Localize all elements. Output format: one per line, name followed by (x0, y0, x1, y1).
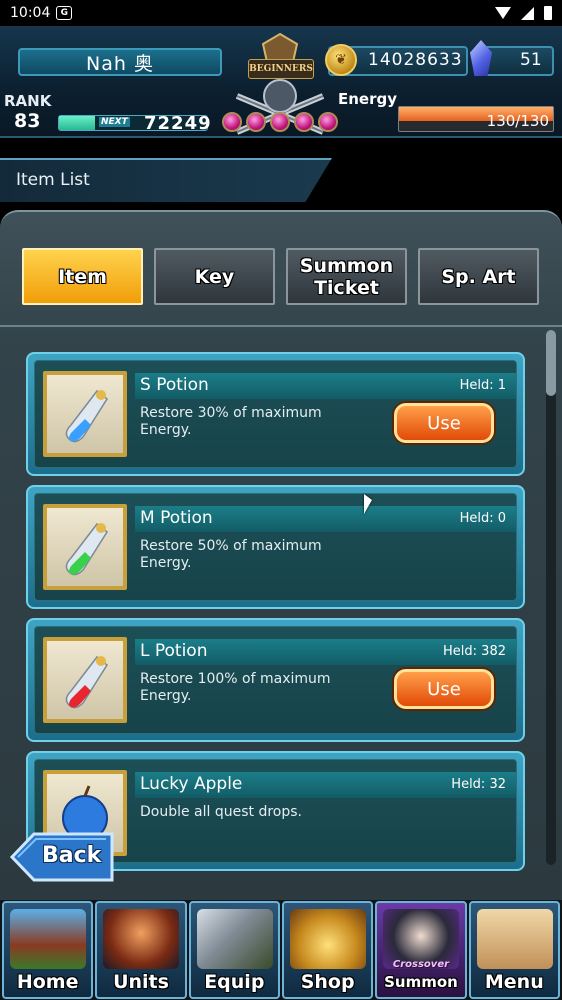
potion-icon (43, 371, 127, 457)
home-icon (10, 909, 86, 969)
orb-icon (246, 112, 266, 132)
nav-units[interactable]: Units (95, 901, 187, 999)
item-description: Double all quest drops. (140, 804, 303, 820)
status-bar: 10:04 G (0, 0, 562, 26)
app-notification-icon: G (56, 6, 73, 20)
nav-summon[interactable]: Crossover Summon (375, 901, 467, 999)
clock: 10:04 (10, 5, 51, 21)
item-name: S Potion (140, 375, 209, 395)
nav-label: Units (113, 971, 169, 993)
mouse-cursor-icon (364, 494, 372, 514)
orb-icon (318, 112, 338, 132)
nav-home[interactable]: Home (2, 901, 94, 999)
rank-label: RANK (4, 92, 52, 110)
list-item: L Potion Held: 382 Restore 100% of maxim… (26, 618, 525, 742)
rank-value: 83 (14, 110, 41, 132)
signal-icon (521, 6, 534, 20)
gem-value: 51 (520, 50, 542, 70)
player-name: Nah 奥 (18, 48, 222, 76)
item-name: Lucky Apple (140, 774, 243, 794)
scroll-thumb[interactable] (546, 330, 556, 396)
nav-label: Equip (204, 971, 265, 993)
list-item: S Potion Held: 1 Restore 30% of maximum … (26, 352, 525, 476)
tab-summon-ticket[interactable]: Summon Ticket (286, 248, 407, 305)
category-tabs: Item Key Summon Ticket Sp. Art (22, 248, 539, 305)
tab-item[interactable]: Item (22, 248, 143, 305)
list-scrollbar[interactable] (546, 330, 556, 865)
item-card: L Potion Held: 382 Restore 100% of maxim… (34, 626, 517, 734)
battery-icon (544, 6, 552, 20)
list-item: M Potion Held: 0 Restore 50% of maximum … (26, 485, 525, 609)
divider (0, 325, 562, 327)
item-name: L Potion (140, 641, 208, 661)
nav-equip[interactable]: Equip (188, 901, 280, 999)
emblem-label: BEGINNERS (248, 59, 314, 79)
item-held-count: Held: 1 (459, 378, 506, 393)
nav-sublabel: Crossover (392, 959, 450, 970)
energy-bar: 130/130 (398, 106, 554, 132)
item-description: Restore 30% of maximum Energy. (140, 405, 322, 438)
nav-label: Summon (384, 973, 458, 991)
sword-icon (196, 909, 273, 969)
orb-icon (270, 112, 290, 132)
nav-shop[interactable]: Shop (281, 901, 374, 999)
potion-bottle-icon (65, 389, 108, 443)
nav-label: Home (16, 971, 79, 993)
use-button[interactable]: Use (394, 669, 494, 709)
item-card: S Potion Held: 1 Restore 30% of maximum … (34, 360, 517, 468)
book-icon (476, 909, 553, 969)
potion-bottle-icon (65, 655, 108, 709)
gold-value: 14028633 (368, 50, 463, 70)
units-icon (103, 909, 180, 969)
item-held-count: Held: 0 (459, 511, 506, 526)
orb-icon (222, 112, 242, 132)
nav-menu[interactable]: Menu (468, 901, 560, 999)
exp-next-label: NEXT (99, 117, 130, 127)
wifi-icon (495, 7, 511, 19)
item-description: Restore 100% of maximum Energy. (140, 671, 331, 704)
page-title: Item List (16, 170, 90, 190)
potion-icon (43, 504, 127, 590)
nav-label: Shop (300, 971, 355, 993)
nav-label: Menu (484, 971, 544, 993)
player-hud: Nah 奥 RANK 83 NEXT 72249 BEGINNERS ❦ 140… (0, 26, 562, 138)
use-button[interactable]: Use (394, 403, 494, 443)
energy-value: 130/130 (486, 112, 549, 130)
potion-bottle-icon (65, 522, 108, 576)
energy-label: Energy (338, 90, 398, 108)
item-held-count: Held: 382 (443, 644, 506, 659)
item-name: M Potion (140, 508, 213, 528)
orb-icon (294, 112, 314, 132)
tab-key[interactable]: Key (154, 248, 275, 305)
item-description: Restore 50% of maximum Energy. (140, 538, 322, 571)
bottom-nav: Home Units Equip Shop Crossover Summon M… (0, 900, 562, 1000)
back-label: Back (42, 843, 102, 868)
exp-next-value: 72249 (144, 113, 212, 134)
potion-icon (43, 637, 127, 723)
treasure-chest-icon (289, 909, 366, 969)
item-card: M Potion Held: 0 Restore 50% of maximum … (34, 493, 517, 601)
energy-orbs (222, 112, 338, 132)
exp-bar-fill (59, 116, 95, 130)
tab-sp-art[interactable]: Sp. Art (418, 248, 539, 305)
gold-coin-icon: ❦ (325, 44, 357, 76)
item-held-count: Held: 32 (451, 777, 506, 792)
